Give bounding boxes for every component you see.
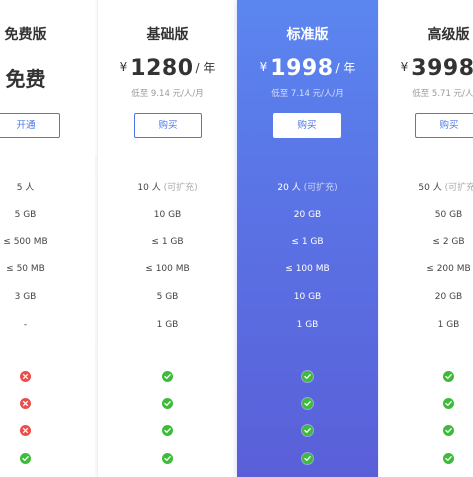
per-user-price: 低至 9.14 元/人/月 xyxy=(131,89,204,99)
cross-circle-icon xyxy=(20,425,31,436)
feature-row xyxy=(0,417,95,444)
plan-price: 免费 xyxy=(5,67,46,91)
plan-name: 标准版 xyxy=(286,27,329,43)
feature-row xyxy=(98,417,237,444)
spec-users: 20 人 (可扩充) xyxy=(277,183,338,193)
check-circle-icon xyxy=(302,371,313,382)
feature-row xyxy=(237,390,378,417)
plan-name: 免费版 xyxy=(4,27,47,43)
spec-space: 3 GB xyxy=(14,292,37,302)
plan-column-premium: 高级版 ¥3998/ 年 低至 5.71 元/人/月 购买 50 人 (可扩充)… xyxy=(378,0,473,477)
activate-button[interactable]: 开通 xyxy=(0,113,60,138)
check-circle-icon xyxy=(443,398,454,409)
feature-row xyxy=(237,363,378,390)
feature-row xyxy=(237,417,378,444)
plan-price: ¥1280/ 年 xyxy=(98,56,237,81)
plan-price: ¥1998/ 年 xyxy=(237,56,378,81)
price-amount: 1998 xyxy=(270,56,334,81)
feature-row xyxy=(237,445,378,472)
spec-file-size: ≤ 1 GB xyxy=(151,237,184,247)
spec-file-size: ≤ 1 GB xyxy=(291,237,324,247)
feature-row xyxy=(98,445,237,472)
spec-upload-size: ≤ 100 MB xyxy=(145,264,190,274)
price-amount: 1280 xyxy=(130,56,194,81)
expandable-hint: (可扩充) xyxy=(444,183,473,193)
spec-users: 5 人 xyxy=(16,183,35,193)
cross-circle-icon xyxy=(20,398,31,409)
plan-name: 基础版 xyxy=(146,27,189,43)
spec-extra: 1 GB xyxy=(437,320,460,330)
spec-upload-size: ≤ 200 MB xyxy=(426,264,471,274)
check-circle-icon xyxy=(302,425,313,436)
check-circle-icon xyxy=(443,371,454,382)
price-unit: / 年 xyxy=(335,61,356,75)
spec-space: 10 GB xyxy=(293,292,322,302)
check-circle-icon xyxy=(162,453,173,464)
buy-button[interactable]: 购买 xyxy=(415,113,473,138)
spec-storage: 5 GB xyxy=(14,210,37,220)
spec-users: 10 人 (可扩充) xyxy=(137,183,198,193)
plan-column-standard: 标准版 ¥1998/ 年 低至 7.14 元/人/月 购买 20 人 (可扩充)… xyxy=(237,0,378,477)
spec-users: 50 人 (可扩充) xyxy=(379,175,473,202)
plan-name: 高级版 xyxy=(427,27,470,43)
spec-extra: - xyxy=(23,320,28,330)
pricing-table: 免费版 免费 开通 5 人 5 GB ≤ 500 MB ≤ 50 MB 3 GB… xyxy=(0,0,473,477)
buy-button[interactable]: 购买 xyxy=(273,113,341,138)
spec-upload-size: ≤ 50 MB xyxy=(6,264,45,274)
spec-space: 5 GB xyxy=(156,292,179,302)
expandable-hint: (可扩充) xyxy=(303,183,338,193)
per-user-price: 低至 5.71 元/人/月 xyxy=(412,89,473,99)
spec-storage: 10 GB xyxy=(153,210,182,220)
plan-column-basic: 基础版 ¥1280/ 年 低至 9.14 元/人/月 购买 10 人 (可扩充)… xyxy=(97,0,237,477)
currency-symbol: ¥ xyxy=(400,60,409,74)
check-circle-icon xyxy=(443,425,454,436)
spec-upload-size: ≤ 100 MB xyxy=(285,264,330,274)
feature-row xyxy=(379,390,473,417)
plan-column-free: 免费版 免费 开通 5 人 5 GB ≤ 500 MB ≤ 50 MB 3 GB… xyxy=(0,0,95,477)
check-circle-icon xyxy=(162,425,173,436)
check-circle-icon xyxy=(20,453,31,464)
spec-file-size: ≤ 2 GB xyxy=(432,237,465,247)
per-user-price: 低至 7.14 元/人/月 xyxy=(271,89,344,99)
spec-file-size: ≤ 500 MB xyxy=(3,237,48,247)
check-circle-icon xyxy=(443,453,454,464)
price-amount: 3998 xyxy=(411,56,473,81)
feature-row xyxy=(0,363,95,390)
feature-row xyxy=(98,390,237,417)
feature-row xyxy=(0,445,95,472)
spec-space: 20 GB xyxy=(434,292,463,302)
spec-storage: 20 GB xyxy=(293,210,322,220)
feature-row xyxy=(379,417,473,444)
check-circle-icon xyxy=(302,398,313,409)
feature-row xyxy=(0,390,95,417)
feature-row xyxy=(98,363,237,390)
check-circle-icon xyxy=(302,453,313,464)
spec-extra: 1 GB xyxy=(296,320,319,330)
plan-price: ¥3998/ 年 xyxy=(379,56,473,81)
feature-row xyxy=(379,445,473,472)
check-circle-icon xyxy=(162,371,173,382)
currency-symbol: ¥ xyxy=(259,60,268,74)
spec-extra: 1 GB xyxy=(156,320,179,330)
price-unit: / 年 xyxy=(195,61,216,75)
cross-circle-icon xyxy=(20,371,31,382)
check-circle-icon xyxy=(162,398,173,409)
expandable-hint: (可扩充) xyxy=(163,183,198,193)
buy-button[interactable]: 购买 xyxy=(134,113,202,138)
currency-symbol: ¥ xyxy=(119,60,128,74)
spec-storage: 50 GB xyxy=(434,210,463,220)
feature-row xyxy=(379,363,473,390)
